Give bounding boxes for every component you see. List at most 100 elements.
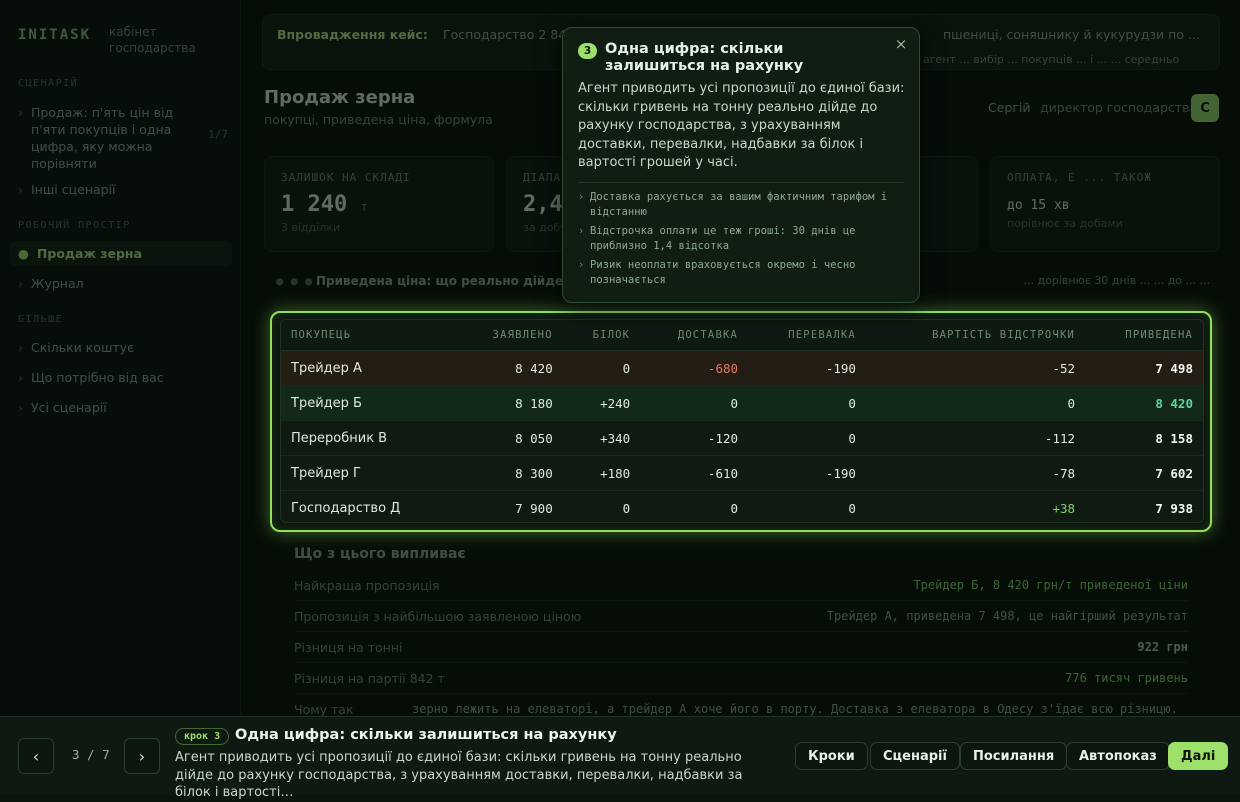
chevron-right-icon: › — [18, 182, 23, 197]
next-step-button[interactable]: › — [124, 738, 160, 774]
list-item: Ризик неоплати враховується окремо і чес… — [578, 258, 898, 288]
table-row[interactable]: Трейдер Г 8 300 +180 -610 -190 -78 7 602 — [281, 455, 1203, 491]
transship-cell: 0 — [748, 385, 866, 421]
declared-cell: 8 180 — [454, 385, 563, 421]
sidebar-item-other-scenarios[interactable]: › Інші сценарії — [18, 181, 228, 198]
column-header[interactable]: ВАРТІСТЬ ВІДСТРОЧКИ — [865, 320, 1086, 351]
conclusion-row: Пропозиція з найбільшою заявленою ціною … — [294, 603, 1188, 632]
case-banner-title: Впровадження кейс: — [277, 27, 428, 42]
column-header[interactable]: БІЛОК — [562, 320, 641, 351]
declared-cell: 7 900 — [515, 500, 553, 516]
close-icon[interactable]: × — [891, 34, 911, 54]
table-row[interactable]: Переробник В 8 050 +340 -120 0 -112 8 15… — [281, 420, 1203, 456]
total-cell: 7 498 — [1085, 350, 1203, 386]
table-row[interactable]: Трейдер Б 8 180 +240 0 0 0 8 420 — [281, 385, 1203, 421]
tour-bar: ‹ 3 / 7 › крок 3 Одна цифра: скільки зал… — [0, 716, 1240, 800]
prev-step-button[interactable]: ‹ — [18, 738, 54, 774]
delivery-cell: -680 — [640, 350, 749, 386]
deferral-cell: -78 — [865, 455, 1086, 491]
sidebar-item-grain-sale[interactable]: ● Продаж зерна — [10, 241, 232, 266]
sidebar-item-journal[interactable]: › Журнал — [18, 275, 228, 292]
sidebar-section-workspace: РОБОЧИЙ ПРОСТІР — [18, 220, 131, 231]
case-banner-right: пшениці, соняшнику й кукурудзи по ... — [943, 27, 1200, 42]
tour-popover: 3 Одна цифра: скільки залишиться на раху… — [562, 27, 920, 303]
kpi-note: 3 відділки — [281, 221, 341, 234]
next-button[interactable]: Далі — [1168, 742, 1229, 770]
kpi-note: порівнює за добами — [1007, 217, 1123, 230]
scenarios-button[interactable]: Сценарії — [870, 742, 960, 770]
offers-table: ПОКУПЕЦЬ ЗАЯВЛЕНО БІЛОК ДОСТАВКА ПЕРЕВАЛ… — [280, 319, 1204, 523]
total-cell: 8 420 — [1085, 385, 1203, 421]
popover-body: Агент приводить усі пропозиції до єдиної… — [578, 81, 905, 170]
deferral-cell: +38 — [1052, 500, 1076, 516]
sidebar-item-requirements[interactable]: › Що потрібно від вас — [18, 369, 228, 386]
column-header[interactable]: ПЕРЕВАЛКА — [748, 320, 866, 351]
conclusion-row: Різниця на тонні 922 грн — [294, 634, 1188, 663]
sidebar-item-label: Продаж: п'ять цін від п'яти покупців і о… — [31, 105, 174, 171]
table-row[interactable]: Господарство Д 7 900 0 0 0 +38 7 938 — [281, 491, 1203, 523]
table-row[interactable]: Трейдер А 8 420 0 -680 -190 -52 7 498 — [281, 350, 1203, 386]
sidebar-item-label: Усі сценарії — [31, 400, 107, 415]
sidebar-item-label: Що потрібно від вас — [31, 370, 164, 385]
steps-button[interactable]: Кроки — [795, 742, 868, 770]
sidebar-item-all-scenarios[interactable]: › Усі сценарії — [18, 399, 228, 416]
chevron-right-icon: › — [18, 276, 23, 291]
kpi-stock: ЗАЛИШОК НА СКЛАДІ 1 240 т 3 відділки — [264, 156, 494, 252]
conclusion-row: Різниця на партії 842 т 776 тисяч гривен… — [294, 665, 1188, 694]
declared-cell: 8 420 — [454, 350, 563, 386]
delivery-cell: 0 — [730, 500, 739, 516]
protein-cell: +340 — [562, 420, 641, 456]
case-banner-note: агент ... вибір ... покупців ... і ... .… — [923, 53, 1180, 66]
protein-cell: +180 — [562, 455, 641, 491]
deferral-cell: -52 — [865, 350, 1086, 386]
declared-cell: 8 300 — [454, 455, 563, 491]
links-button[interactable]: Посилання — [960, 742, 1068, 770]
step-badge: крок 3 — [175, 728, 230, 745]
sidebar: INITASK кабінет господарства СЦЕНАРІЙ › … — [0, 0, 241, 794]
column-header[interactable]: ДОСТАВКА — [640, 320, 749, 351]
delivery-cell: -610 — [640, 455, 749, 491]
column-header[interactable]: ПРИВЕДЕНА — [1085, 320, 1203, 351]
step-number-badge: 3 — [578, 43, 597, 59]
protein-cell: +240 — [562, 385, 641, 421]
table-header-row: ПОКУПЕЦЬ ЗАЯВЛЕНО БІЛОК ДОСТАВКА ПЕРЕВАЛ… — [281, 320, 1203, 351]
buyer-cell: Господарство Д — [291, 500, 401, 516]
popover-bullets: Доставка рахується за вашим фактичним та… — [578, 190, 898, 292]
dot-icon: ● — [18, 246, 29, 261]
total-cell: 7 602 — [1085, 455, 1203, 491]
delivery-cell: -120 — [640, 420, 749, 456]
list-item: Відстрочка оплати це теж гроші: 30 днів … — [578, 224, 898, 254]
sidebar-item-cost[interactable]: › Скільки коштує — [18, 339, 228, 356]
buyer-cell: Трейдер А — [281, 350, 455, 386]
sidebar-section-more: БІЛЬШЕ — [18, 314, 64, 325]
avatar[interactable]: С — [1191, 94, 1219, 122]
user-role: директор господарства — [1040, 100, 1198, 115]
sidebar-item-label: Продаж зерна — [36, 246, 142, 261]
conclusion-row: Найкраща пропозиція Трейдер Б, 8 420 грн… — [294, 572, 1188, 601]
transship-cell: -190 — [748, 350, 866, 386]
total-cell: 8 158 — [1085, 420, 1203, 456]
conclusions-title: Що з цього випливає — [294, 546, 466, 562]
page-subtitle: покупці, приведена ціна, формула — [264, 112, 493, 127]
kpi-label: ЗАЛИШОК НА СКЛАДІ — [281, 171, 411, 184]
chevron-right-icon: › — [18, 400, 23, 415]
formula-hint-note: ... дорівнює 30 днів ... ... до ... ... — [1023, 274, 1210, 287]
sidebar-item-scenario[interactable]: › Продаж: п'ять цін від п'яти покупців і… — [18, 104, 228, 172]
user-name: Сергій — [988, 100, 1031, 115]
tour-highlight: ПОКУПЕЦЬ ЗАЯВЛЕНО БІЛОК ДОСТАВКА ПЕРЕВАЛ… — [270, 311, 1212, 532]
column-header[interactable]: ПОКУПЕЦЬ — [281, 320, 455, 351]
deferral-cell: -112 — [865, 420, 1086, 456]
brand: INITASK кабінет господарства — [18, 24, 199, 56]
transship-cell: 0 — [848, 500, 856, 516]
chevron-right-icon: › — [18, 370, 23, 385]
autoplay-button[interactable]: Автопоказ — [1066, 742, 1170, 770]
chevron-right-icon: › — [18, 105, 23, 120]
tour-step-title: Одна цифра: скільки залишиться на рахунк… — [235, 727, 617, 743]
transship-cell: -190 — [748, 455, 866, 491]
logo[interactable]: INITASK — [18, 27, 91, 43]
page-title: Продаж зерна — [264, 87, 416, 108]
buyer-cell: Трейдер Б — [281, 385, 455, 421]
brand-subtitle: кабінет господарства — [109, 25, 196, 55]
column-header[interactable]: ЗАЯВЛЕНО — [454, 320, 563, 351]
sidebar-item-label: Журнал — [31, 276, 84, 291]
